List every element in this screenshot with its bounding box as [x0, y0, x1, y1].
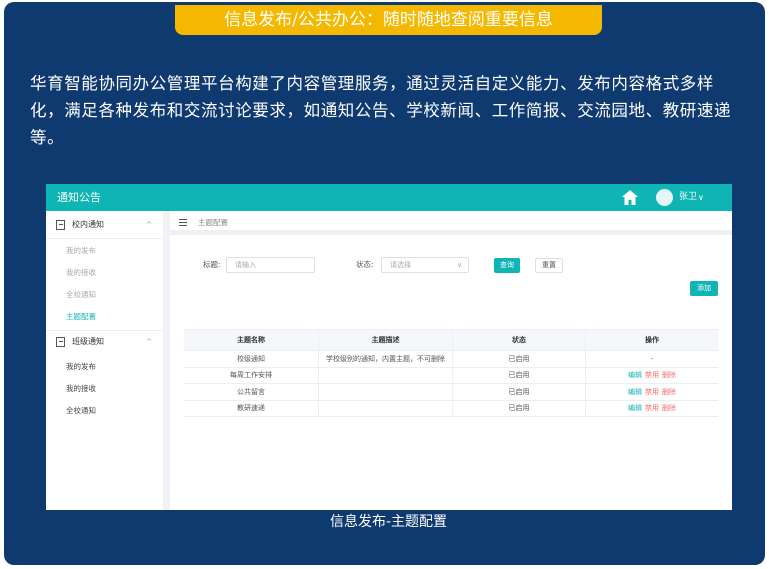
table-row: 校级通知 学校级别的通知，内置主题，不可删除 已启用 - [184, 351, 718, 368]
sidebar: 校内通知 ^ 我的发布 我的接收 全校通知 主题配置 班级通知 ^ 我的发布 我… [46, 211, 163, 510]
title-filter-label: 标题: [203, 260, 221, 269]
disable-link[interactable]: 禁用 [645, 403, 659, 413]
document-icon [56, 220, 65, 230]
feature-description: 华育智能协同办公管理平台构建了内容管理服务，通过灵活自定义能力、发布内容格式多样… [30, 74, 732, 147]
query-button[interactable]: 查询 [494, 258, 520, 273]
column-header-status: 状态 [452, 330, 585, 350]
add-button[interactable]: 添加 [690, 281, 718, 296]
app-screenshot: 通知公告 张卫 ∨ 校内通知 ^ 我的发布 我的接收 全校通知 主题配置 班级通… [46, 184, 732, 510]
column-header-name: 主题名称 [237, 336, 265, 344]
disable-link[interactable]: 禁用 [645, 387, 659, 397]
app-header: 通知公告 张卫 ∨ [46, 184, 732, 211]
user-name[interactable]: 张卫 [679, 184, 697, 211]
topic-description [318, 400, 452, 416]
avatar[interactable] [656, 189, 673, 206]
divider [46, 238, 163, 239]
status-filter-select[interactable]: 请选择 ∨ [381, 257, 469, 273]
topic-description [318, 384, 452, 400]
delete-link[interactable]: 删除 [662, 370, 676, 380]
topic-name: 教研速递 [237, 404, 265, 413]
sidebar-group-class[interactable]: 班级通知 ^ [46, 331, 163, 353]
chevron-up-icon: ^ [146, 338, 152, 346]
status-filter-placeholder: 请选择 [390, 261, 411, 269]
topic-status: 已启用 [452, 351, 585, 367]
topic-status: 已启用 [452, 367, 585, 383]
topic-description: 学校级别的通知，内置主题，不可删除 [318, 351, 452, 367]
topic-actions: - [585, 351, 718, 367]
sidebar-group-label: 班级通知 [72, 337, 104, 346]
app-title: 通知公告 [57, 191, 101, 204]
topic-description [318, 367, 452, 383]
sidebar-item-my-received[interactable]: 我的接收 [66, 382, 96, 396]
topic-status: 已启用 [452, 384, 585, 400]
sidebar-item-my-published[interactable]: 我的发布 [66, 244, 96, 258]
no-action: - [650, 354, 654, 363]
main-content: 主题配置 标题: 请输入 状态: 请选择 ∨ 查询 重置 添加 主题名称 主题描… [170, 211, 732, 510]
sidebar-item-topic-config[interactable]: 主题配置 [66, 310, 96, 324]
edit-link[interactable]: 编辑 [628, 387, 642, 397]
feature-title: 信息发布/公共办公：随时随地查阅重要信息 [175, 5, 602, 35]
delete-link[interactable]: 删除 [662, 387, 676, 397]
sidebar-group-school[interactable]: 校内通知 ^ [46, 214, 163, 236]
sidebar-item-school-notices[interactable]: 全校通知 [66, 404, 96, 418]
breadcrumb: 主题配置 [198, 218, 228, 227]
topic-actions: 编辑 禁用 删除 [585, 367, 718, 383]
column-header-actions: 操作 [585, 330, 718, 350]
topic-name: 每周工作安排 [230, 371, 272, 380]
table-header-row: 主题名称 主题描述 状态 操作 [184, 329, 718, 351]
title-filter-input[interactable]: 请输入 [226, 257, 315, 273]
chevron-down-icon[interactable]: ∨ [698, 184, 704, 211]
topic-table: 主题名称 主题描述 状态 操作 校级通知 学校级别的通知，内置主题，不可删除 已… [184, 329, 718, 417]
topic-status: 已启用 [452, 400, 585, 416]
delete-link[interactable]: 删除 [662, 403, 676, 413]
breadcrumb-bar: 主题配置 [170, 211, 732, 235]
column-header-description: 主题描述 [318, 330, 452, 350]
reset-button[interactable]: 重置 [535, 258, 563, 273]
table-row: 公共留言 已启用 编辑 禁用 删除 [184, 384, 718, 401]
status-filter-label: 状态: [356, 260, 374, 269]
disable-link[interactable]: 禁用 [645, 370, 659, 380]
table-row: 教研速递 已启用 编辑 禁用 删除 [184, 400, 718, 417]
topic-name: 校级通知 [237, 354, 265, 363]
menu-icon[interactable] [179, 219, 187, 226]
feature-card: 信息发布/公共办公：随时随地查阅重要信息 华育智能协同办公管理平台构建了内容管理… [4, 2, 765, 565]
document-icon [56, 337, 65, 347]
screenshot-caption: 信息发布-主题配置 [329, 514, 448, 530]
edit-link[interactable]: 编辑 [628, 403, 642, 413]
sidebar-item-my-published[interactable]: 我的发布 [66, 360, 96, 374]
home-icon[interactable] [622, 190, 638, 205]
topic-actions: 编辑 禁用 删除 [585, 400, 718, 416]
edit-link[interactable]: 编辑 [628, 370, 642, 380]
chevron-up-icon: ^ [146, 221, 152, 229]
table-row: 每周工作安排 已启用 编辑 禁用 删除 [184, 367, 718, 384]
sidebar-item-school-notices[interactable]: 全校通知 [66, 288, 96, 302]
topic-name: 公共留言 [237, 387, 265, 396]
sidebar-group-label: 校内通知 [72, 220, 104, 229]
chevron-down-icon: ∨ [456, 261, 462, 269]
sidebar-item-my-received[interactable]: 我的接收 [66, 266, 96, 280]
topic-actions: 编辑 禁用 删除 [585, 384, 718, 400]
